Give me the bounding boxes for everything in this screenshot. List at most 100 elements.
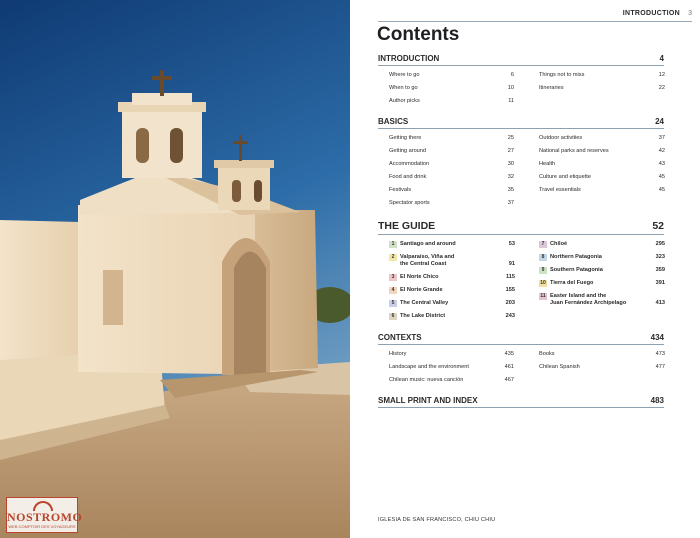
toc-entry[interactable]: History 435 <box>389 349 514 359</box>
chapter-title: The Central Valley <box>400 300 448 307</box>
chapter-entry[interactable]: 3 El Norte Chico 115 <box>389 274 515 281</box>
toc-entry[interactable]: Food and drink 32 <box>389 172 514 182</box>
entry-page: 45 <box>658 174 665 180</box>
toc-entry[interactable]: Culture and etiquette 45 <box>539 172 665 182</box>
section-header[interactable]: SMALL PRINT AND INDEX 483 <box>378 396 664 408</box>
section-header[interactable]: THE GUIDE 52 <box>378 220 664 235</box>
toc-entry[interactable]: Chilean Spanish 477 <box>539 362 665 372</box>
entry-label: Outdoor activities <box>539 135 583 141</box>
toc-entry[interactable]: Chilean music: nueva canción 467 <box>389 375 514 385</box>
entry-page: 10 <box>507 85 514 91</box>
entry-label: Where to go <box>389 72 420 78</box>
chapter-entry[interactable]: 6 The Lake District 243 <box>389 313 515 320</box>
entry-label: Getting around <box>389 148 427 154</box>
chapter-entry[interactable]: 4 El Norte Grande 155 <box>389 287 515 294</box>
entry-label: Chilean music: nueva canción <box>389 377 464 383</box>
contents-page: INTRODUCTION 3 Contents INTRODUCTION 4 W… <box>350 0 700 538</box>
toc-entry[interactable]: Getting around 27 <box>389 146 514 156</box>
nostromo-watermark-logo: NOSTROMO WEB COMPTOIR DES VOYAGEURS <box>6 497 83 533</box>
toc-entry[interactable]: Travel essentials 45 <box>539 185 665 195</box>
chapter-number-badge: 4 <box>389 287 397 294</box>
chapter-title-line: Juan Fernández Archipelago <box>550 300 627 306</box>
toc-entry[interactable]: Accommodation 30 <box>389 159 514 169</box>
toc-entry[interactable]: Things not to miss 12 <box>539 70 665 80</box>
section-header[interactable]: CONTEXTS 434 <box>378 333 664 345</box>
toc-entry[interactable]: Health 43 <box>539 159 665 169</box>
chapter-title-line: The Central Valley <box>400 300 449 306</box>
chapter-title: Santiago and around <box>400 241 456 248</box>
section-header[interactable]: BASICS 24 <box>378 117 664 129</box>
logo-name: NOSTROMO <box>7 510 83 524</box>
chapter-title-line: Santiago and around <box>400 241 456 247</box>
chapter-number-badge: 10 <box>539 280 547 287</box>
chapter-page: 243 <box>505 313 515 319</box>
entry-page: 12 <box>658 72 665 78</box>
entry-page: 22 <box>658 85 665 91</box>
chapter-entry[interactable]: 7 Chiloé 295 <box>539 241 665 248</box>
toc-entry[interactable]: Landscape and the environment 461 <box>389 362 514 372</box>
chapter-number-badge: 8 <box>539 254 547 261</box>
entry-label: Things not to miss <box>539 72 585 78</box>
entry-label: Culture and etiquette <box>539 174 591 180</box>
toc-entry[interactable]: Where to go 6 <box>389 70 514 80</box>
chapter-entry[interactable]: 1 Santiago and around 53 <box>389 241 515 248</box>
chapter-page: 91 <box>508 261 515 267</box>
section-page: 483 <box>650 396 664 405</box>
entry-page: 35 <box>507 187 514 193</box>
section-small-print-and-index: SMALL PRINT AND INDEX 483 <box>378 396 664 408</box>
toc-entry[interactable]: Festivals 35 <box>389 185 514 195</box>
chapter-number-badge: 11 <box>539 293 547 300</box>
chapter-number-badge: 3 <box>389 274 397 281</box>
chapter-title: Southern Patagonia <box>550 267 603 274</box>
entry-label: When to go <box>389 85 418 91</box>
chapter-number-badge: 1 <box>389 241 397 248</box>
section-the-guide: THE GUIDE 52 1 Santiago and around 53 2 Valp… <box>378 220 665 320</box>
chapter-page: 155 <box>505 287 515 293</box>
toc-entry[interactable]: National parks and reserves 42 <box>539 146 665 156</box>
church-photo: NOSTROMO WEB COMPTOIR DES VOYAGEURS <box>0 0 350 538</box>
chapter-title-line: Easter Island and the <box>550 293 607 299</box>
chapter-page: 53 <box>508 241 515 247</box>
entry-page: 6 <box>510 72 514 78</box>
chapter-entry[interactable]: 10 Tierra del Fuego 391 <box>539 280 665 287</box>
chapter-entry[interactable]: 9 Southern Patagonia 359 <box>539 267 665 274</box>
toc-entry[interactable]: Itineraries 22 <box>539 83 665 93</box>
toc-entry[interactable]: Outdoor activities 37 <box>539 133 665 143</box>
chapter-title-line: The Lake District <box>400 313 446 319</box>
page-title: Contents <box>377 24 460 45</box>
chapter-entry[interactable]: 11 Easter Island and the Juan Fernández Ar… <box>539 293 665 307</box>
chapter-entry[interactable]: 2 Valparaíso, Viña and the Central Coast 91 <box>389 254 515 268</box>
page-number: 3 <box>688 10 692 17</box>
chapter-title-line: Northern Patagonia <box>550 254 602 260</box>
chapter-title-line: El Norte Grande <box>400 287 443 293</box>
chapter-title: Chiloé <box>550 241 567 248</box>
chapter-page: 295 <box>655 241 665 247</box>
entry-page: 467 <box>504 377 514 383</box>
entry-label: National parks and reserves <box>539 148 609 154</box>
entry-page: 37 <box>507 200 514 206</box>
toc-entry[interactable]: Spectator sports 37 <box>389 198 514 208</box>
entry-page: 45 <box>658 187 665 193</box>
entry-page: 11 <box>508 98 514 104</box>
chapter-entry[interactable]: 5 The Central Valley 203 <box>389 300 515 307</box>
chapter-number-badge: 7 <box>539 241 547 248</box>
chapter-entry[interactable]: 8 Northern Patagonia 323 <box>539 254 665 261</box>
chapter-page: 115 <box>505 274 515 280</box>
entry-label: History <box>389 351 407 357</box>
running-head-title: INTRODUCTION <box>622 10 680 17</box>
entry-label: Books <box>539 351 555 357</box>
toc-entry[interactable]: Getting there 25 <box>389 133 514 143</box>
toc-entry[interactable]: When to go 10 <box>389 83 514 93</box>
toc-entry[interactable]: Author picks 11 <box>389 96 514 106</box>
entry-page: 43 <box>658 161 665 167</box>
entry-page: 42 <box>658 148 665 154</box>
entry-label: Spectator sports <box>389 200 430 206</box>
entry-label: Food and drink <box>389 174 427 180</box>
chapter-number-badge: 6 <box>389 313 397 320</box>
entry-page: 473 <box>655 351 665 357</box>
chapter-page: 203 <box>505 300 515 306</box>
section-title: CONTEXTS <box>378 333 422 342</box>
toc-entry[interactable]: Books 473 <box>539 349 665 359</box>
chapter-title-line: Valparaíso, Viña and <box>400 254 455 260</box>
section-header[interactable]: INTRODUCTION 4 <box>378 54 664 66</box>
